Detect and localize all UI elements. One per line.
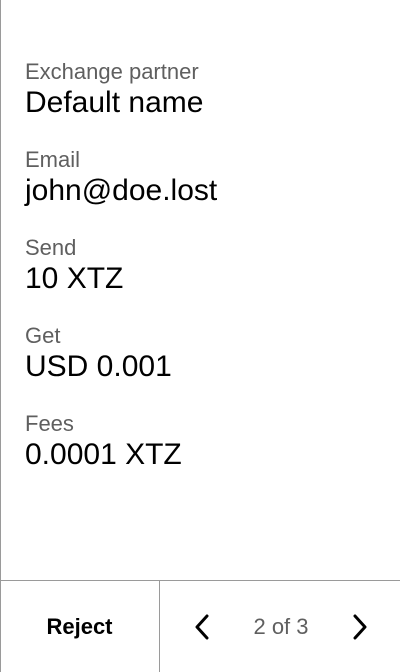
review-screen: Exchange partner Default name Email john… (0, 0, 399, 672)
field-value: 10 XTZ (25, 262, 124, 295)
field-label: Fees (25, 411, 74, 436)
field-value: john@doe.lost (25, 174, 218, 207)
field-label: Get (25, 323, 61, 348)
pagination: 2 of 3 (160, 581, 400, 672)
field-exchange-partner: Exchange partner Default name (25, 58, 383, 120)
field-fees: Fees 0.0001 XTZ (25, 410, 383, 472)
page-indicator: 2 of 3 (253, 613, 309, 639)
chevron-left-icon (195, 614, 209, 639)
chevron-right-icon (353, 614, 367, 639)
field-label: Email (25, 147, 81, 172)
field-label: Send (25, 235, 77, 260)
field-value: 0.0001 XTZ (25, 438, 182, 471)
field-label: Exchange partner (25, 59, 199, 84)
previous-page-button[interactable] (190, 611, 214, 643)
field-value: USD 0.001 (25, 350, 172, 383)
field-get: Get USD 0.001 (25, 322, 383, 384)
action-footer: Reject 2 of 3 (0, 580, 400, 672)
field-email: Email john@doe.lost (25, 146, 383, 208)
next-page-button[interactable] (348, 611, 372, 643)
field-send: Send 10 XTZ (25, 234, 383, 296)
reject-button[interactable]: Reject (0, 581, 160, 672)
field-value: Default name (25, 86, 204, 119)
transaction-details: Exchange partner Default name Email john… (25, 58, 383, 498)
